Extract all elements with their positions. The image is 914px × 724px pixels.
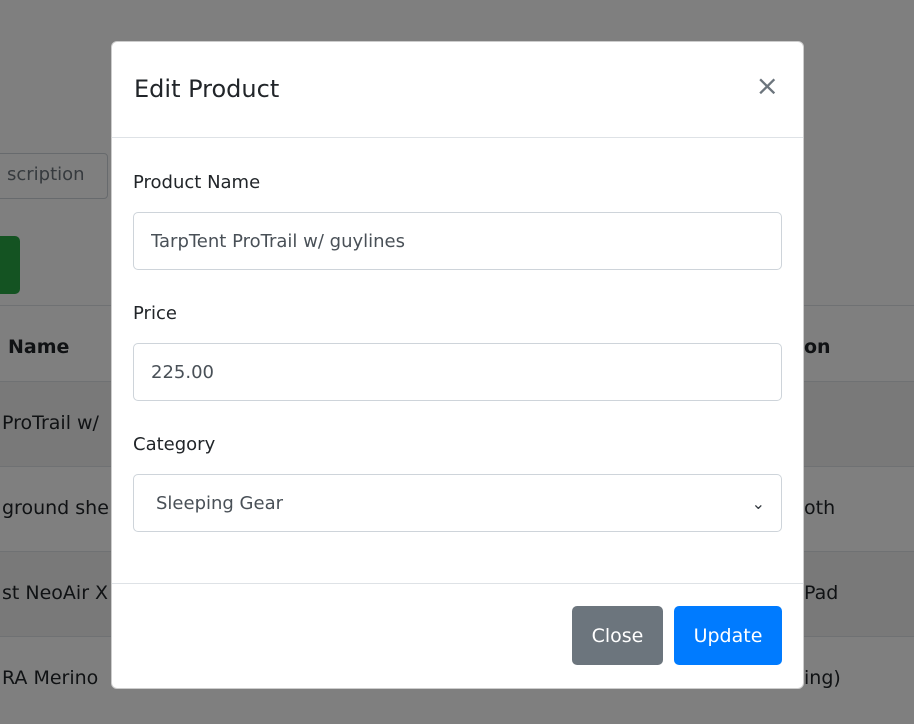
modal-header: Edit Product × <box>112 42 803 138</box>
close-button[interactable]: Close <box>572 606 663 665</box>
product-name-input[interactable] <box>133 212 782 270</box>
modal-title: Edit Product <box>134 75 280 103</box>
price-input[interactable] <box>133 343 782 401</box>
category-selected-value: Sleeping Gear <box>156 492 284 514</box>
chevron-down-icon: ⌄ <box>751 493 765 513</box>
category-label: Category <box>133 434 216 455</box>
category-select[interactable]: Sleeping Gear ⌄ <box>133 474 782 532</box>
price-label: Price <box>133 303 177 324</box>
edit-product-modal: Edit Product × Product Name Price Catego… <box>111 41 804 689</box>
update-button[interactable]: Update <box>674 606 782 665</box>
modal-footer-divider <box>112 583 803 584</box>
close-icon[interactable]: × <box>756 72 779 100</box>
product-name-label: Product Name <box>133 172 261 193</box>
